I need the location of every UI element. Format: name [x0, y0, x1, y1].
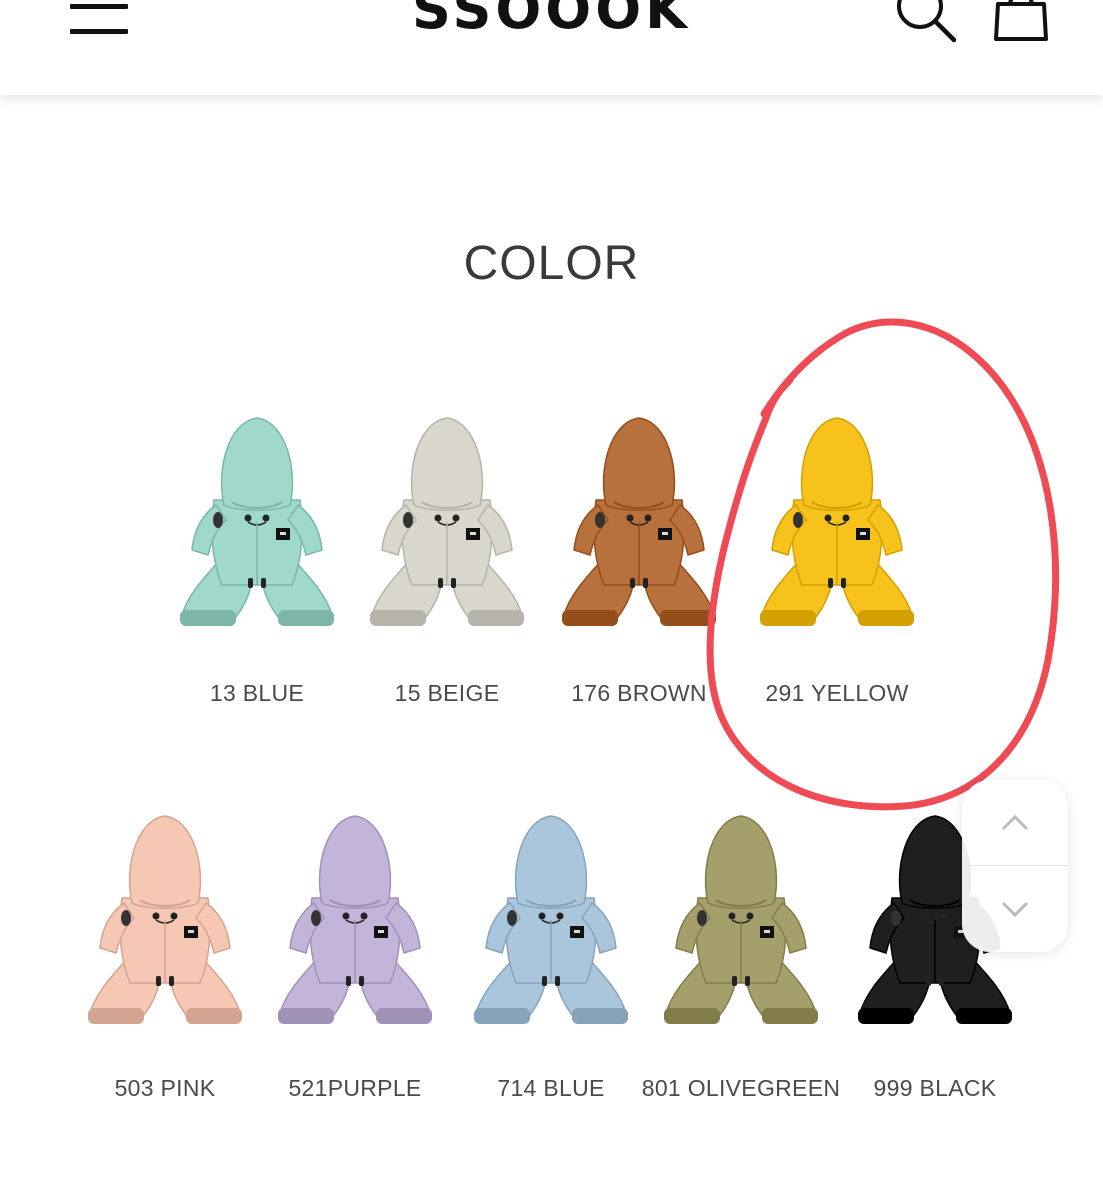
color-option-521-purple[interactable]: 521PURPLE [260, 808, 450, 1101]
search-icon[interactable] [892, 0, 958, 49]
color-option-15-beige[interactable]: 15 BEIGE [352, 410, 542, 706]
site-header: SSOOOK [0, 0, 1103, 95]
color-option-714-blue[interactable]: 714 BLUE [456, 808, 646, 1101]
color-label: 999 BLACK [873, 1075, 997, 1101]
raincoat-image [562, 417, 716, 626]
color-option-176-brown[interactable]: 176 BROWN [544, 410, 734, 706]
raincoat-image [474, 815, 628, 1024]
raincoat-image [88, 815, 242, 1024]
raincoat-image [664, 815, 818, 1024]
color-option-503-pink[interactable]: 503 PINK [70, 808, 260, 1101]
chevron-down-icon [1001, 901, 1029, 918]
raincoat-image [278, 815, 432, 1024]
color-option-291-yellow[interactable]: 291 YELLOW [742, 410, 932, 706]
raincoat-image [760, 417, 914, 626]
scroll-up-button[interactable] [962, 780, 1068, 866]
scroll-down-button[interactable] [962, 866, 1068, 952]
raincoat-image [370, 417, 524, 626]
shopping-bag-icon[interactable] [988, 0, 1054, 51]
color-label: 291 YELLOW [765, 680, 909, 706]
color-option-13-blue[interactable]: 13 BLUE [162, 410, 352, 706]
scroll-widget [962, 780, 1068, 952]
section-title: COLOR [463, 237, 640, 290]
chevron-up-icon [1001, 814, 1029, 831]
color-option-801-olivegreen[interactable]: 801 OLIVEGREEN [642, 808, 840, 1101]
raincoat-image [180, 417, 334, 626]
